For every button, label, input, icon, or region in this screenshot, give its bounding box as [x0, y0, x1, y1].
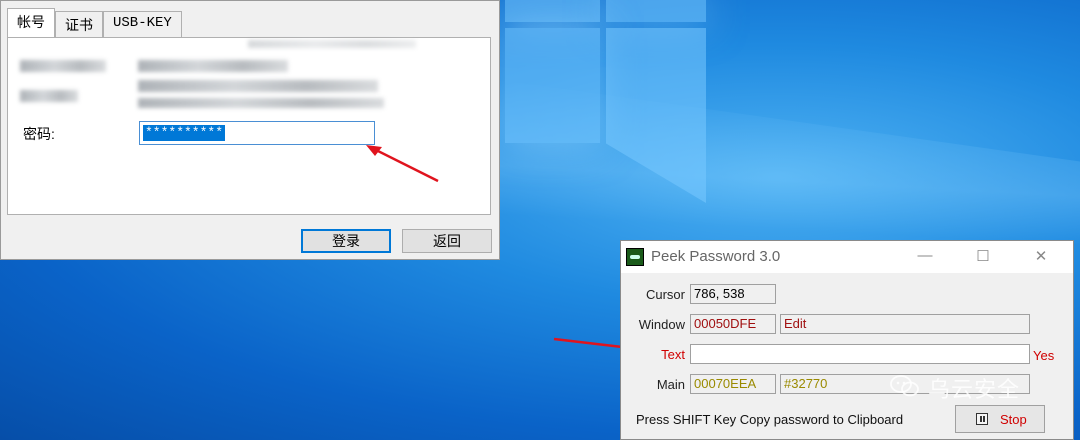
- redacted-value: [138, 60, 288, 72]
- logo-pane: [505, 0, 600, 22]
- text-label: Text: [661, 347, 685, 362]
- cursor-field: 786, 538: [690, 284, 776, 304]
- watermark-text: 乌云安全: [928, 377, 1021, 402]
- wechat-icon: [890, 375, 919, 397]
- tab-usb-key[interactable]: USB-KEY: [103, 11, 182, 37]
- window-class-field: Edit: [780, 314, 1030, 334]
- minimize-icon[interactable]: —: [915, 247, 935, 264]
- arrow-to-password: [366, 145, 439, 183]
- tab-certificate[interactable]: 证书: [55, 11, 103, 37]
- pause-icon: [976, 413, 988, 425]
- redacted-label: [20, 90, 78, 102]
- clipboard-hint: Press SHIFT Key Copy password to Clipboa…: [636, 412, 904, 427]
- text-field[interactable]: [690, 344, 1030, 364]
- window-title: Peek Password 3.0: [651, 248, 781, 265]
- title-bar: Peek Password 3.0 — ☐ ✕: [621, 241, 1073, 273]
- logo-pane: [505, 28, 600, 143]
- redacted-value: [248, 40, 416, 48]
- main-label: Main: [656, 377, 685, 392]
- login-dialog: 帐号 证书 USB-KEY 密码: ********** 登录 返回: [0, 0, 500, 260]
- back-button[interactable]: 返回: [402, 229, 492, 253]
- logo-pane: [606, 28, 706, 203]
- close-icon[interactable]: ✕: [1031, 247, 1051, 265]
- password-selection: **********: [143, 125, 226, 141]
- window-label: Window: [638, 317, 685, 332]
- redacted-value: [138, 98, 384, 108]
- main-handle-field: 00070EEA: [690, 374, 776, 394]
- logo-pane: [606, 0, 706, 22]
- text-status: Yes: [1033, 348, 1055, 363]
- stop-label: Stop: [1000, 412, 1027, 427]
- stop-button[interactable]: Stop: [955, 405, 1045, 433]
- maximize-icon[interactable]: ☐: [973, 247, 993, 265]
- peek-password-window: Peek Password 3.0 — ☐ ✕ Cursor 786, 538 …: [620, 240, 1074, 440]
- app-icon: [626, 248, 644, 266]
- redacted-value: [138, 80, 378, 92]
- cursor-label: Cursor: [645, 287, 685, 302]
- redacted-label: [20, 60, 106, 72]
- windows-logo: [505, 0, 706, 203]
- tab-strip: 帐号 证书 USB-KEY: [7, 8, 182, 37]
- login-button[interactable]: 登录: [301, 229, 391, 253]
- password-label: 密码:: [23, 126, 55, 142]
- password-input[interactable]: **********: [139, 121, 375, 145]
- tab-account[interactable]: 帐号: [7, 8, 55, 37]
- window-handle-field: 00050DFE: [690, 314, 776, 334]
